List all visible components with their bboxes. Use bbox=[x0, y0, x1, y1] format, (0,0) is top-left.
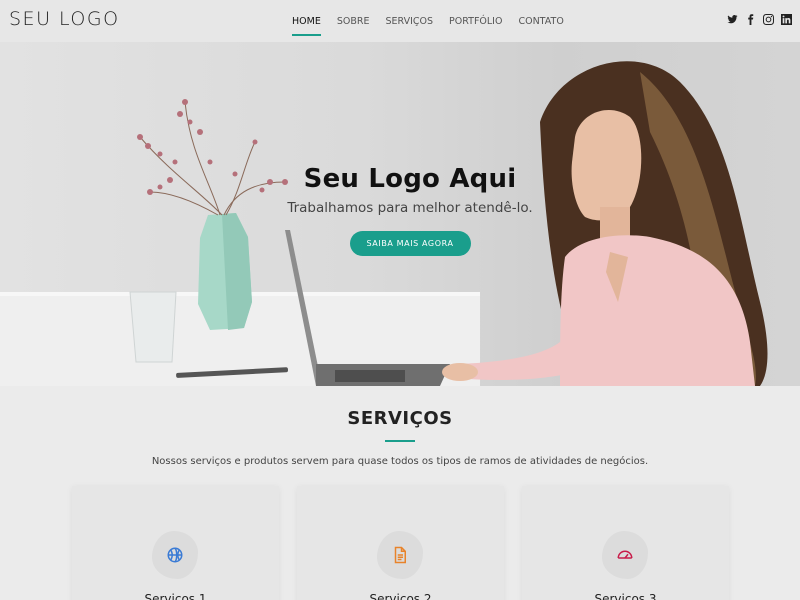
nav-portfolio[interactable]: PORTFÓLIO bbox=[449, 14, 502, 29]
gauge-icon bbox=[617, 550, 633, 559]
main-nav: HOME SOBRE SERVIÇOS PORTFÓLIO CONTATO bbox=[292, 0, 580, 42]
services-description: Nossos serviços e produtos servem para q… bbox=[151, 456, 649, 467]
social-links bbox=[727, 14, 792, 25]
instagram-icon[interactable] bbox=[763, 14, 774, 25]
document-icon bbox=[394, 546, 406, 564]
nav-sobre[interactable]: SOBRE bbox=[337, 14, 370, 29]
nav-servicos[interactable]: SERVIÇOS bbox=[385, 14, 433, 29]
service-card-title: Serviços 2 bbox=[369, 592, 432, 600]
service-icon-background bbox=[602, 531, 648, 579]
twitter-icon[interactable] bbox=[727, 14, 738, 25]
services-section: SERVIÇOS Nossos serviços e produtos serv… bbox=[0, 386, 800, 600]
title-underline bbox=[385, 440, 415, 442]
service-card-3[interactable]: Serviços 3 bbox=[522, 486, 729, 600]
facebook-icon[interactable] bbox=[745, 14, 756, 25]
service-card-title: Serviços 3 bbox=[594, 592, 657, 600]
basketball-icon bbox=[167, 547, 183, 563]
service-icon-background bbox=[152, 531, 198, 579]
hero-title: Seu Logo Aqui bbox=[303, 164, 517, 194]
nav-contato[interactable]: CONTATO bbox=[518, 14, 563, 29]
services-title: SERVIÇOS bbox=[347, 408, 453, 429]
site-header: SEU LOGO HOME SOBRE SERVIÇOS PORTFÓLIO C… bbox=[0, 0, 800, 42]
site-logo[interactable]: SEU LOGO bbox=[9, 8, 120, 30]
linkedin-icon[interactable] bbox=[781, 14, 792, 25]
service-card-1[interactable]: Serviços 1 bbox=[72, 486, 279, 600]
learn-more-button[interactable]: SAIBA MAIS AGORA bbox=[349, 231, 471, 256]
nav-home[interactable]: HOME bbox=[292, 14, 321, 36]
service-icon-background bbox=[377, 531, 423, 579]
service-card-2[interactable]: Serviços 2 bbox=[297, 486, 504, 600]
hero-subtitle: Trabalhamos para melhor atendê-lo. bbox=[287, 200, 533, 216]
hero-content: Seu Logo Aqui Trabalhamos para melhor at… bbox=[260, 164, 560, 256]
service-card-title: Serviços 1 bbox=[144, 592, 207, 600]
hero-banner: Seu Logo Aqui Trabalhamos para melhor at… bbox=[0, 42, 800, 386]
